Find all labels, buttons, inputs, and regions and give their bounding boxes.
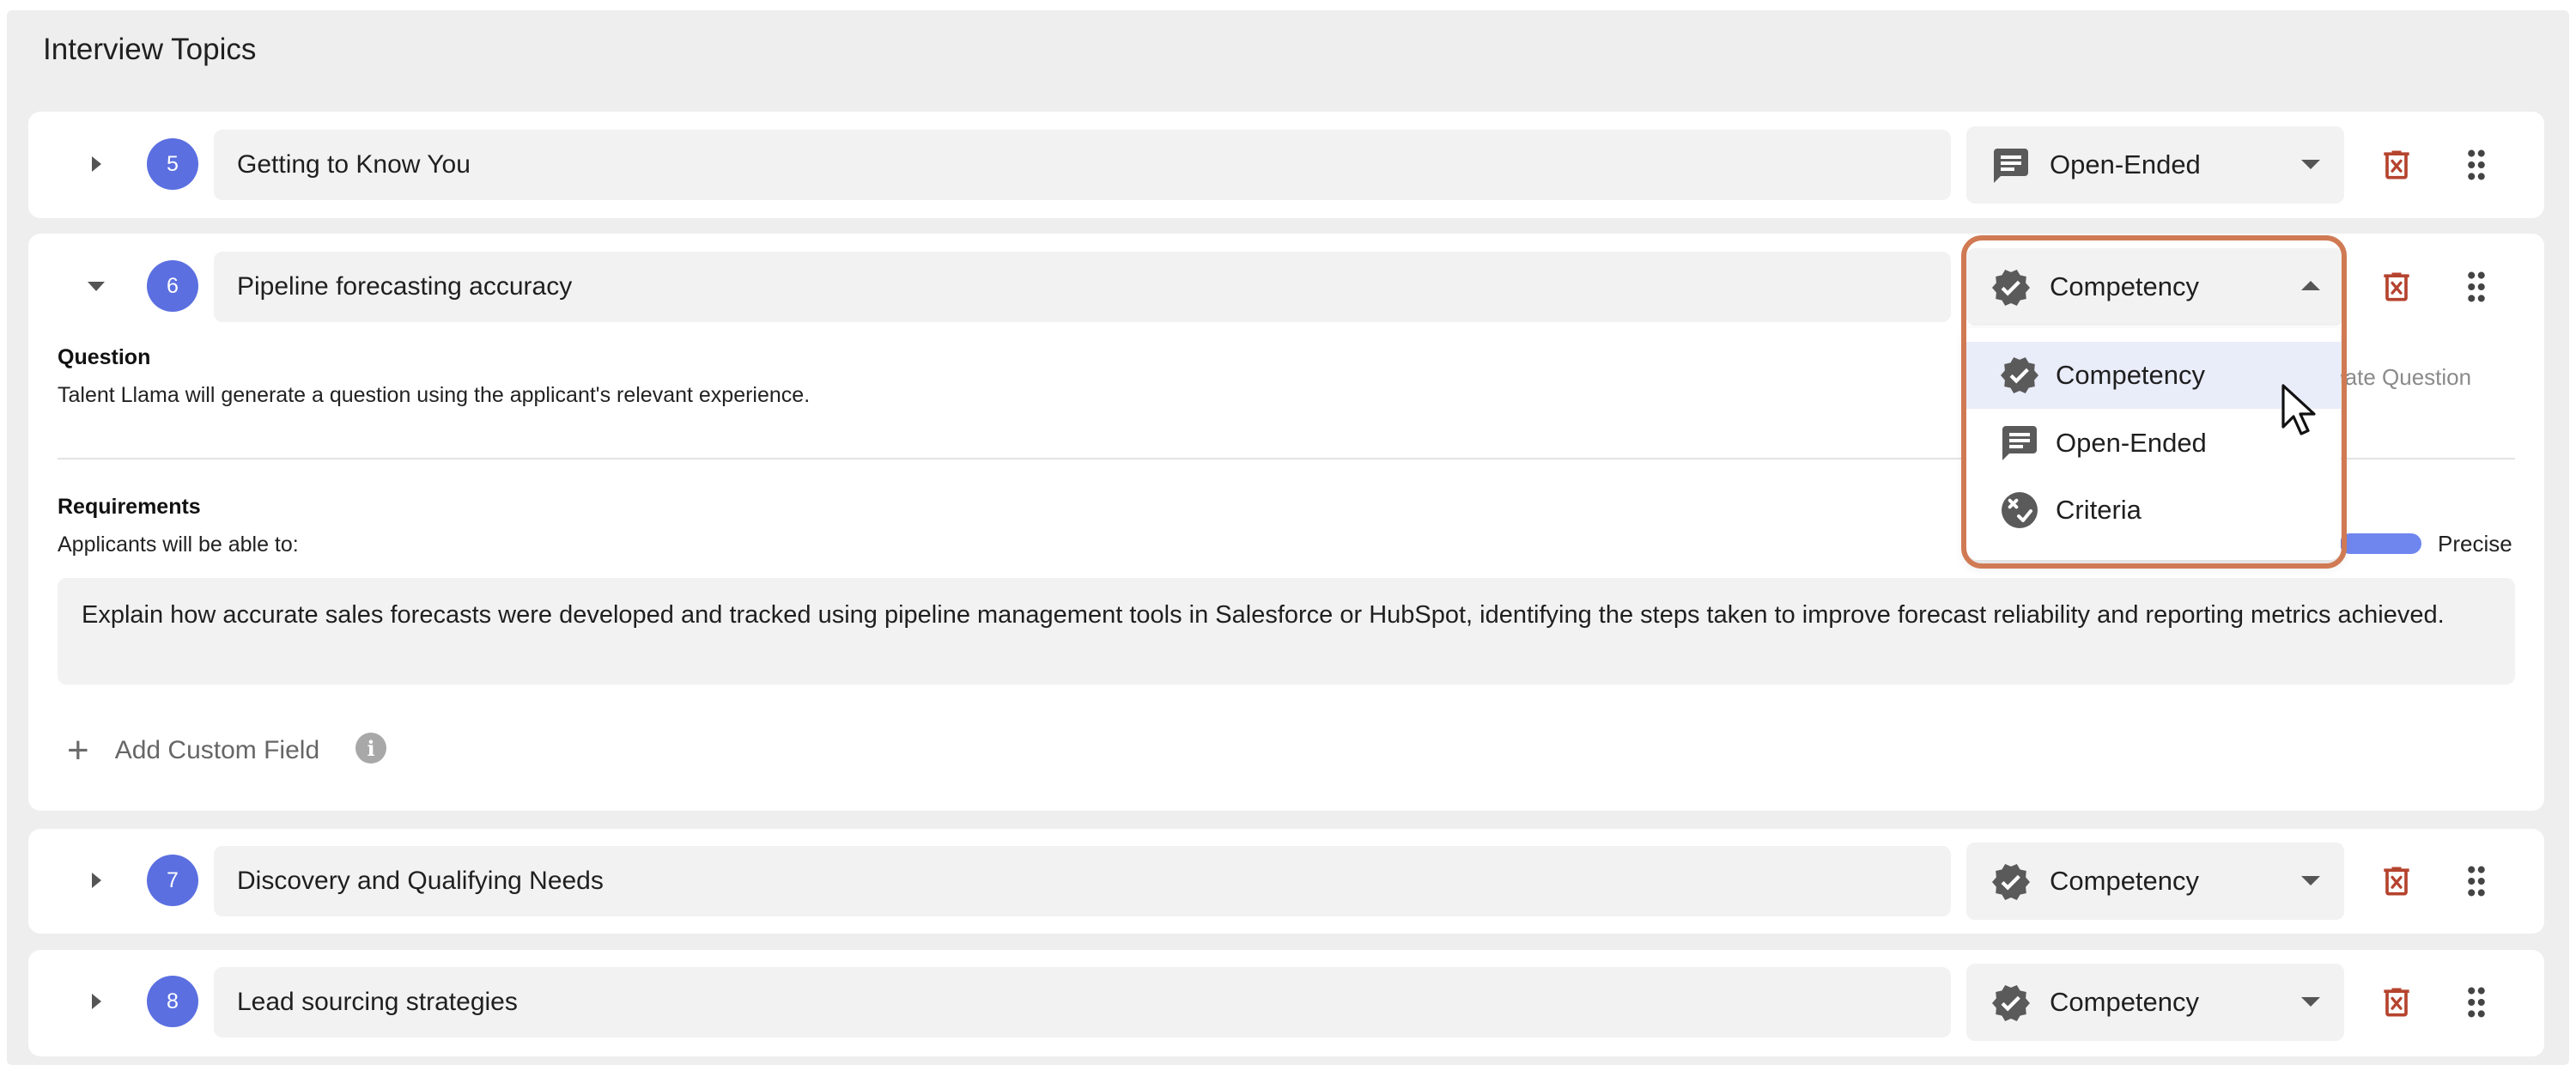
trash-icon [2378, 268, 2415, 306]
question-heading: Question [58, 345, 151, 369]
expand-toggle[interactable] [79, 863, 113, 898]
caret-down-icon [88, 282, 105, 291]
topic-type-select[interactable]: Open-Ended [1966, 126, 2344, 204]
topic-type-select[interactable]: Competency [1966, 843, 2344, 920]
dropdown-option-label: Criteria [2056, 495, 2142, 525]
verified-badge-icon [1990, 983, 2032, 1024]
topic-title-input[interactable]: Pipeline forecasting accuracy [214, 252, 1951, 322]
section-title: Interview Topics [43, 33, 257, 66]
dropdown-option-label: Open-Ended [2056, 428, 2207, 458]
drag-handle-icon [2457, 983, 2496, 1022]
expand-toggle[interactable] [79, 147, 113, 181]
topic-number-badge: 5 [147, 138, 198, 190]
delete-topic-button[interactable] [2375, 265, 2418, 308]
requirement-textarea[interactable]: Explain how accurate sales forecasts wer… [58, 578, 2515, 685]
drag-handle-icon [2457, 145, 2496, 185]
mouse-cursor-icon [2281, 384, 2316, 435]
drag-handle[interactable] [2455, 143, 2498, 186]
type-dropdown-menu: Competency Open-Ended Criteria [1966, 328, 2341, 560]
topic-number-badge: 6 [147, 260, 198, 312]
chat-icon [1990, 145, 2032, 186]
chevron-down-icon [2301, 160, 2320, 169]
question-description: Talent Llama will generate a question us… [58, 383, 811, 407]
verified-badge-icon [1990, 267, 2032, 308]
caret-right-icon [92, 156, 101, 172]
topic-number-badge: 7 [147, 855, 198, 906]
add-custom-field-button[interactable]: + Add Custom Field [67, 732, 319, 770]
plus-icon: + [67, 729, 89, 771]
drag-handle-icon [2457, 267, 2496, 307]
trash-icon [2378, 983, 2415, 1021]
delete-topic-button[interactable] [2375, 143, 2418, 186]
topic-title-input[interactable]: Lead sourcing strategies [214, 967, 1951, 1038]
topic-number-badge: 8 [147, 976, 198, 1027]
requirements-heading: Requirements [58, 495, 201, 519]
delete-topic-button[interactable] [2375, 981, 2418, 1024]
drag-handle[interactable] [2455, 860, 2498, 903]
trash-icon [2378, 146, 2415, 184]
drag-handle[interactable] [2455, 265, 2498, 308]
slider-end-label: Precise [2438, 531, 2512, 557]
generate-question-button[interactable]: rate Question [2337, 364, 2471, 391]
caret-right-icon [92, 994, 101, 1009]
caret-right-icon [92, 873, 101, 888]
trash-icon [2378, 862, 2415, 900]
precision-slider[interactable] [2340, 533, 2421, 554]
topic-title-input[interactable]: Getting to Know You [214, 130, 1951, 200]
topic-type-select[interactable]: Competency [1966, 248, 2344, 326]
requirements-subtext: Applicants will be able to: [58, 532, 299, 557]
criteria-check-icon [1999, 490, 2040, 531]
dropdown-option-label: Competency [2056, 360, 2206, 390]
verified-badge-icon [1990, 861, 2032, 903]
verified-badge-icon [1999, 355, 2040, 396]
chat-icon [1999, 423, 2040, 464]
topic-title-input[interactable]: Discovery and Qualifying Needs [214, 846, 1951, 916]
delete-topic-button[interactable] [2375, 860, 2418, 903]
topic-type-select[interactable]: Competency [1966, 964, 2344, 1041]
chevron-down-icon [2301, 876, 2320, 885]
topic-type-label: Competency [2050, 866, 2200, 896]
chevron-up-icon [2301, 281, 2320, 290]
dropdown-option-criteria[interactable]: Criteria [1966, 477, 2341, 544]
add-custom-field-label: Add Custom Field [114, 736, 320, 764]
drag-handle[interactable] [2455, 981, 2498, 1024]
collapse-toggle[interactable] [79, 269, 113, 303]
topic-type-label: Competency [2050, 271, 2200, 301]
info-icon[interactable]: i [355, 733, 386, 764]
topic-type-label: Open-Ended [2050, 149, 2201, 180]
topic-type-label: Competency [2050, 987, 2200, 1017]
drag-handle-icon [2457, 861, 2496, 901]
chevron-down-icon [2301, 997, 2320, 1007]
expand-toggle[interactable] [79, 984, 113, 1019]
